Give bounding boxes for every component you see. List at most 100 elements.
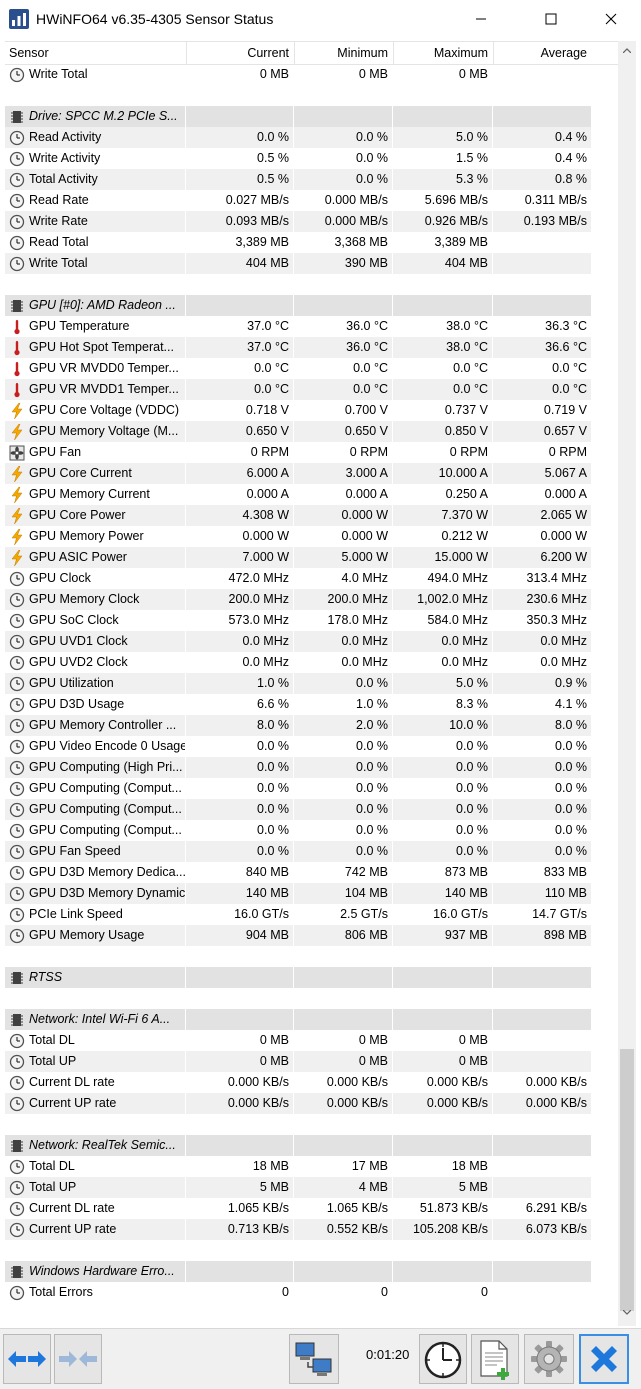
clock-icon bbox=[9, 718, 25, 734]
sensor-row[interactable]: GPU UVD1 Clock 0.0 MHz 0.0 MHz 0.0 MHz 0.0 M… bbox=[5, 631, 618, 652]
sensor-row[interactable]: GPU D3D Memory Dynamic 140 MB 104 MB 140 MB… bbox=[5, 883, 618, 904]
header-maximum[interactable]: Maximum bbox=[393, 42, 492, 64]
sensor-row[interactable]: GPU Fan 0 RPM 0 RPM 0 RPM 0 RPM bbox=[5, 442, 618, 463]
header-sensor[interactable]: Sensor bbox=[5, 42, 185, 64]
current-value: 0.000 KB/s bbox=[186, 1093, 293, 1114]
gear-icon bbox=[531, 1341, 567, 1377]
sensor-row[interactable]: Total UP 0 MB 0 MB 0 MB bbox=[5, 1051, 618, 1072]
network-monitor-button[interactable] bbox=[289, 1334, 339, 1384]
sensor-row[interactable]: Read Rate 0.027 MB/s 0.000 MB/s 5.696 MB/s 0… bbox=[5, 190, 618, 211]
sensor-row[interactable]: GPU Memory Usage 904 MB 806 MB 937 MB 898 MB bbox=[5, 925, 618, 946]
sensor-group-row[interactable]: Network: RealTek Semic... bbox=[5, 1135, 618, 1156]
sensor-row[interactable]: GPU Computing (Comput... 0.0 % 0.0 % 0.0 % 0… bbox=[5, 799, 618, 820]
close-x-icon bbox=[591, 1346, 617, 1372]
vertical-scrollbar[interactable] bbox=[618, 41, 636, 1326]
sensor-row[interactable]: Total Errors 0 0 0 bbox=[5, 1282, 618, 1303]
maximum-value: 0.0 % bbox=[393, 757, 492, 778]
sensor-row[interactable]: GPU UVD2 Clock 0.0 MHz 0.0 MHz 0.0 MHz 0.0 M… bbox=[5, 652, 618, 673]
sensor-group-row[interactable]: Windows Hardware Erro... bbox=[5, 1261, 618, 1282]
logging-start-button[interactable] bbox=[471, 1334, 519, 1384]
sensor-group-row[interactable]: Network: Intel Wi-Fi 6 A... bbox=[5, 1009, 618, 1030]
average-value bbox=[493, 253, 591, 274]
sensor-row[interactable]: Current UP rate 0.000 KB/s 0.000 KB/s 0.000… bbox=[5, 1093, 618, 1114]
sensor-label: Current DL rate bbox=[29, 1201, 115, 1215]
sensor-row[interactable]: GPU Memory Power 0.000 W 0.000 W 0.212 W 0.0… bbox=[5, 526, 618, 547]
minimize-button[interactable] bbox=[458, 0, 504, 38]
header-average[interactable]: Average bbox=[493, 42, 591, 64]
scroll-thumb[interactable] bbox=[620, 1049, 634, 1311]
sensor-row[interactable]: Write Total 404 MB 390 MB 404 MB bbox=[5, 253, 618, 274]
sensor-row[interactable]: GPU Memory Voltage (M... 0.650 V 0.650 V 0.… bbox=[5, 421, 618, 442]
sensor-row[interactable]: GPU Memory Clock 200.0 MHz 200.0 MHz 1,002.… bbox=[5, 589, 618, 610]
sensor-row[interactable]: GPU Core Current 6.000 A 3.000 A 10.000 A 5.… bbox=[5, 463, 618, 484]
sensor-row[interactable]: Total DL 0 MB 0 MB 0 MB bbox=[5, 1030, 618, 1051]
sensor-row[interactable]: Write Total 0 MB 0 MB 0 MB bbox=[5, 64, 618, 85]
average-value: 0.9 % bbox=[493, 673, 591, 694]
sensor-row[interactable]: GPU Core Power 4.308 W 0.000 W 7.370 W 2.065… bbox=[5, 505, 618, 526]
sensor-row[interactable]: GPU Core Voltage (VDDC) 0.718 V 0.700 V 0.7… bbox=[5, 400, 618, 421]
sensor-row[interactable]: GPU Utilization 1.0 % 0.0 % 5.0 % 0.9 % bbox=[5, 673, 618, 694]
header-current[interactable]: Current bbox=[186, 42, 293, 64]
group-label: RTSS bbox=[29, 970, 63, 984]
sensor-group-row[interactable]: Drive: SPCC M.2 PCIe S... bbox=[5, 106, 618, 127]
scroll-up-button[interactable] bbox=[618, 41, 636, 59]
sensor-row[interactable]: Read Activity 0.0 % 0.0 % 5.0 % 0.4 % bbox=[5, 127, 618, 148]
sensor-row[interactable]: Current DL rate 0.000 KB/s 0.000 KB/s 0.000… bbox=[5, 1072, 618, 1093]
sensor-row[interactable]: Read Total 3,389 MB 3,368 MB 3,389 MB bbox=[5, 232, 618, 253]
sensor-row[interactable]: Current DL rate 1.065 KB/s 1.065 KB/s 51.87… bbox=[5, 1198, 618, 1219]
window-title: HWiNFO64 v6.35-4305 Sensor Status bbox=[36, 11, 274, 27]
sensor-row[interactable]: GPU Fan Speed 0.0 % 0.0 % 0.0 % 0.0 % bbox=[5, 841, 618, 862]
settings-button[interactable] bbox=[524, 1334, 574, 1384]
sensor-row[interactable]: Current UP rate 0.713 KB/s 0.552 KB/s 105.2… bbox=[5, 1219, 618, 1240]
sensor-row[interactable]: GPU Clock 472.0 MHz 4.0 MHz 494.0 MHz 313.4 … bbox=[5, 568, 618, 589]
header-label: Average bbox=[540, 46, 587, 60]
sensor-row[interactable]: GPU Computing (Comput... 0.0 % 0.0 % 0.0 % 0… bbox=[5, 820, 618, 841]
sensor-row[interactable]: GPU Memory Current 0.000 A 0.000 A 0.250 A 0… bbox=[5, 484, 618, 505]
current-value: 0.000 A bbox=[246, 487, 289, 501]
sensor-row[interactable]: GPU D3D Memory Dedica... 840 MB 742 MB 873 … bbox=[5, 862, 618, 883]
collapse-columns-button[interactable] bbox=[54, 1334, 102, 1384]
maximize-button[interactable] bbox=[528, 0, 574, 38]
sensor-row[interactable]: GPU Temperature 37.0 °C 36.0 °C 38.0 °C 36.3… bbox=[5, 316, 618, 337]
sensor-row[interactable]: Write Rate 0.093 MB/s 0.000 MB/s 0.926 MB/s… bbox=[5, 211, 618, 232]
sensor-row[interactable]: Total UP 5 MB 4 MB 5 MB bbox=[5, 1177, 618, 1198]
sensor-row[interactable]: Total DL 18 MB 17 MB 18 MB bbox=[5, 1156, 618, 1177]
close-sensors-button[interactable] bbox=[579, 1334, 629, 1384]
average-value: 14.7 GT/s bbox=[532, 907, 587, 921]
sensor-row[interactable]: GPU SoC Clock 573.0 MHz 178.0 MHz 584.0 MHz… bbox=[5, 610, 618, 631]
sensor-label: GPU Utilization bbox=[29, 676, 114, 690]
expand-columns-button[interactable] bbox=[3, 1334, 51, 1384]
maximum-value: 51.873 KB/s bbox=[419, 1201, 488, 1215]
sensor-row[interactable]: GPU D3D Usage 6.6 % 1.0 % 8.3 % 4.1 % bbox=[5, 694, 618, 715]
chip-icon bbox=[9, 298, 25, 314]
sensor-row[interactable]: GPU Computing (High Pri... 0.0 % 0.0 % 0.0 … bbox=[5, 757, 618, 778]
header-minimum[interactable]: Minimum bbox=[294, 42, 392, 64]
sensor-label: Write Total bbox=[29, 256, 88, 270]
sensor-label: Total Activity bbox=[29, 172, 98, 186]
reset-timer-button[interactable] bbox=[419, 1334, 467, 1384]
sensor-group-row[interactable]: RTSS bbox=[5, 967, 618, 988]
sensor-row[interactable]: GPU VR MVDD0 Temper... 0.0 °C 0.0 °C 0.0 °C… bbox=[5, 358, 618, 379]
scroll-down-button[interactable] bbox=[618, 1303, 636, 1321]
close-button[interactable] bbox=[588, 0, 634, 38]
column-header: Sensor Current Minimum Maximum Average bbox=[5, 41, 618, 65]
header-label: Sensor bbox=[9, 46, 49, 60]
sensor-row[interactable]: GPU Memory Controller ... 8.0 % 2.0 % 10.0 … bbox=[5, 715, 618, 736]
lightning-icon bbox=[9, 423, 25, 441]
sensor-row[interactable]: GPU VR MVDD1 Temper... 0.0 °C 0.0 °C 0.0 °C… bbox=[5, 379, 618, 400]
maximum-value: 5.0 % bbox=[393, 673, 492, 694]
sensor-group-row[interactable]: GPU [#0]: AMD Radeon ... bbox=[5, 295, 618, 316]
sensor-row[interactable]: PCIe Link Speed 16.0 GT/s 2.5 GT/s 16.0 GT/… bbox=[5, 904, 618, 925]
minimum-value: 0.0 % bbox=[294, 841, 392, 862]
sensor-row[interactable]: GPU Video Encode 0 Usage 0.0 % 0.0 % 0.0 % 0… bbox=[5, 736, 618, 757]
maximum-value: 38.0 °C bbox=[393, 337, 492, 358]
clock-icon bbox=[9, 214, 25, 230]
sensor-row[interactable]: GPU Computing (Comput... 0.0 % 0.0 % 0.0 % 0… bbox=[5, 778, 618, 799]
maximum-value: 0.0 % bbox=[456, 823, 488, 837]
sensor-row[interactable]: Total Activity 0.5 % 0.0 % 5.3 % 0.8 % bbox=[5, 169, 618, 190]
lightning-icon bbox=[9, 528, 25, 546]
sensor-row[interactable]: GPU Hot Spot Temperat... 37.0 °C 36.0 °C 38… bbox=[5, 337, 618, 358]
average-value: 4.1 % bbox=[555, 697, 587, 711]
sensor-row[interactable]: Write Activity 0.5 % 0.0 % 1.5 % 0.4 % bbox=[5, 148, 618, 169]
sensor-row[interactable]: GPU ASIC Power 7.000 W 5.000 W 15.000 W 6.20… bbox=[5, 547, 618, 568]
